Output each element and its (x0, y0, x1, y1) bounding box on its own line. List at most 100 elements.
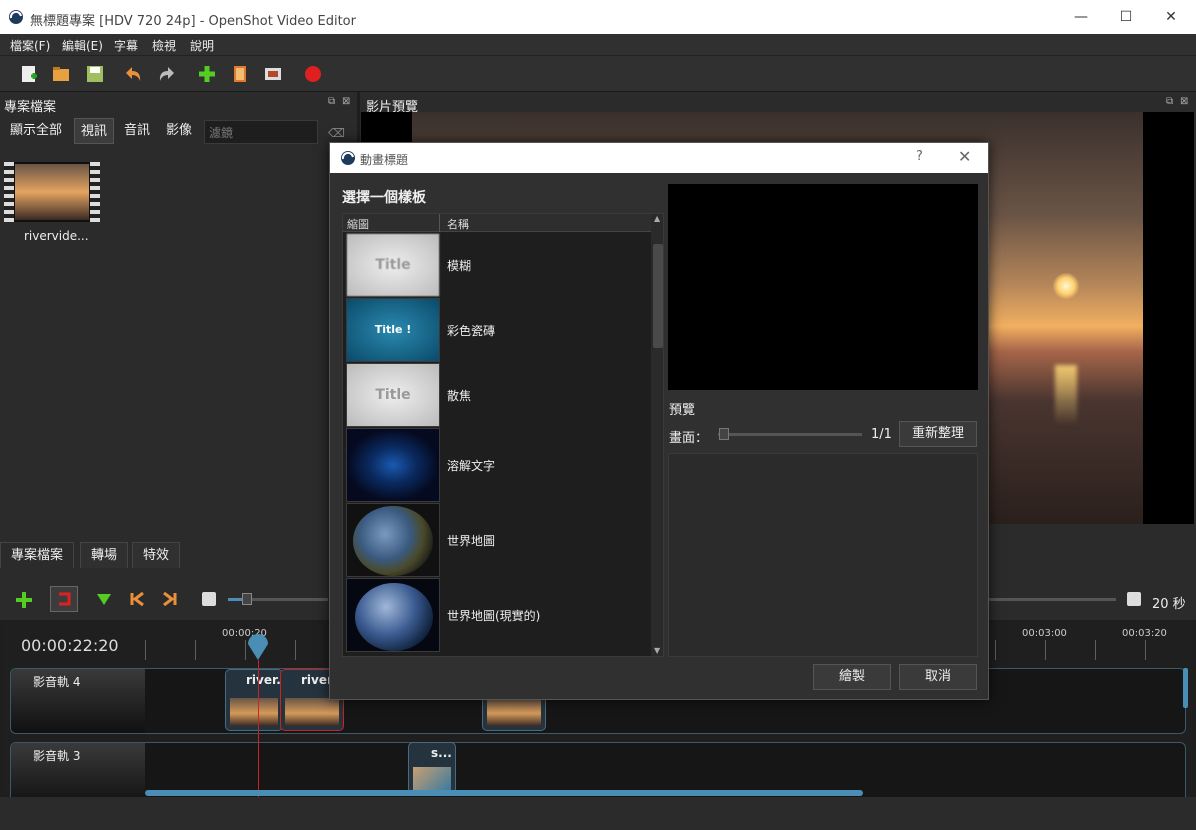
refresh-button[interactable]: 重新整理 (899, 421, 977, 447)
openshot-logo-icon (341, 151, 355, 165)
dialog-close-button[interactable]: ✕ (958, 147, 971, 166)
tab-transitions[interactable]: 轉場 (80, 542, 129, 568)
menu-view[interactable]: 檢視 (152, 37, 176, 54)
open-project-icon[interactable] (50, 63, 72, 85)
zoom-label: 20 秒 (1152, 597, 1186, 612)
project-file-thumbnail[interactable] (4, 162, 100, 222)
save-project-icon[interactable] (84, 63, 106, 85)
maximize-button[interactable]: ☐ (1103, 4, 1149, 30)
scroll-up-icon[interactable]: ▲ (654, 214, 660, 223)
import-files-icon[interactable] (196, 63, 218, 85)
next-marker-icon[interactable] (161, 590, 179, 608)
timeline-clip[interactable]: river.. (225, 669, 285, 731)
dialog-titlebar: 動畫標題 ? ✕ (330, 143, 988, 173)
clear-filter-icon[interactable]: ⌫ (328, 126, 345, 140)
template-row[interactable]: Title 散焦 (343, 363, 651, 427)
zoom-slider-track-right (988, 598, 1116, 601)
template-name: 溶解文字 (447, 459, 496, 473)
dock-float-icon[interactable]: ⧉ (328, 96, 335, 107)
template-list-scrollbar[interactable]: ▲ ▼ (651, 214, 663, 656)
window-titlebar: 無標題專案 [HDV 720 24p] - OpenShot Video Edi… (0, 0, 1196, 34)
tab-effects[interactable]: 特效 (132, 542, 181, 568)
zoom-slider[interactable] (228, 593, 328, 605)
track-name: 影音軌 3 (33, 749, 81, 763)
magnet-icon (59, 592, 71, 606)
help-button[interactable]: ? (916, 149, 923, 164)
project-files-panel: 專案檔案 ⧉ ⊠ 顯示全部 視訊 音訊 影像 濾鏡 ⌫ rivervide... (0, 92, 357, 538)
title-preview-box (668, 184, 978, 390)
menubar: 檔案(F) 編輯(E) 字幕 檢視 說明 (0, 34, 1196, 56)
template-name: 世界地圖 (447, 534, 496, 548)
add-marker-icon[interactable] (95, 590, 113, 608)
fullscreen-icon[interactable] (262, 63, 284, 85)
new-project-icon[interactable] (18, 63, 40, 85)
timeline-vertical-scrollbar[interactable] (1183, 668, 1188, 708)
menu-file[interactable]: 檔案(F) (10, 37, 50, 54)
properties-area (668, 453, 978, 657)
playhead-line (258, 660, 259, 798)
frame-slider[interactable] (718, 433, 862, 436)
template-row[interactable]: 世界地圖(現實的) (343, 578, 651, 652)
undo-icon[interactable] (122, 63, 144, 85)
ruler-label: 00:03:00 (1022, 628, 1067, 639)
timeline-clip[interactable]: s... (408, 742, 456, 794)
clip-label: s... (431, 746, 452, 760)
template-row[interactable]: 溶解文字 (343, 428, 651, 502)
template-thumbnail (346, 428, 440, 502)
column-thumbnail[interactable]: 縮圖 (347, 216, 369, 232)
project-file-name: rivervide... (24, 229, 89, 243)
panel-title: 專案檔案 (4, 100, 57, 115)
frame-slider-handle[interactable] (719, 428, 729, 440)
minimize-button[interactable]: — (1058, 4, 1104, 30)
column-name[interactable]: 名稱 (447, 216, 469, 232)
template-row[interactable]: Title 模糊 (343, 233, 651, 297)
filter-image[interactable]: 影像 (160, 118, 198, 144)
scrollbar-thumb[interactable] (653, 244, 663, 348)
dialog-title: 動畫標題 (360, 153, 409, 167)
timeline-horizontal-scrollbar[interactable] (145, 790, 863, 796)
list-header: 縮圖 名稱 (343, 214, 651, 232)
openshot-logo-icon (9, 10, 23, 24)
track-name: 影音軌 4 (33, 675, 81, 689)
add-track-icon[interactable] (14, 590, 34, 610)
cancel-button[interactable]: 取消 (899, 664, 977, 690)
frame-number: 1/1 (871, 427, 892, 442)
main-toolbar (0, 56, 1196, 92)
choose-template-heading: 選擇一個樣板 (342, 190, 426, 206)
status-bar (0, 797, 1196, 830)
filter-video[interactable]: 視訊 (74, 118, 115, 144)
tab-project-files[interactable]: 專案檔案 (0, 542, 75, 568)
filter-input[interactable]: 濾鏡 (204, 120, 318, 144)
playhead-icon[interactable] (246, 634, 270, 662)
choose-profile-icon[interactable] (229, 63, 251, 85)
preview-label: 預覽 (669, 403, 696, 418)
menu-help[interactable]: 說明 (190, 37, 214, 54)
template-row[interactable]: 世界地圖 (343, 503, 651, 577)
template-thumbnail: Title (346, 363, 440, 427)
scroll-down-icon[interactable]: ▼ (654, 646, 660, 655)
template-thumbnail: Title (346, 233, 440, 297)
preview-dock-float-icon[interactable]: ⧉ (1166, 96, 1173, 107)
menu-title[interactable]: 字幕 (114, 37, 138, 54)
template-list[interactable]: 縮圖 名稱 Title 模糊 Title ! 彩色瓷磚 Title 散焦 溶解文… (342, 213, 664, 657)
template-name: 散焦 (447, 389, 472, 403)
ruler-label: 00:03:20 (1122, 628, 1167, 639)
preview-dock-close-icon[interactable]: ⊠ (1180, 96, 1188, 107)
filter-audio[interactable]: 音訊 (118, 118, 156, 144)
filter-show-all[interactable]: 顯示全部 (4, 118, 68, 144)
sun-graphic (1053, 273, 1079, 299)
render-button[interactable]: 繪製 (813, 664, 891, 690)
zoom-in-icon[interactable] (202, 592, 216, 606)
zoom-out-icon[interactable] (1127, 592, 1141, 606)
dock-close-icon[interactable]: ⊠ (342, 96, 350, 107)
close-window-button[interactable]: ✕ (1148, 4, 1194, 30)
previous-marker-icon[interactable] (128, 590, 146, 608)
menu-edit[interactable]: 編輯(E) (62, 37, 103, 54)
export-video-icon[interactable] (302, 63, 324, 85)
template-thumbnail (346, 578, 440, 652)
template-name: 彩色瓷磚 (447, 324, 496, 338)
animated-title-dialog: 動畫標題 ? ✕ 選擇一個樣板 縮圖 名稱 Title 模糊 Title ! 彩… (329, 142, 989, 700)
redo-icon[interactable] (156, 63, 178, 85)
template-row[interactable]: Title ! 彩色瓷磚 (343, 298, 651, 362)
snap-toggle-button[interactable] (50, 586, 78, 612)
